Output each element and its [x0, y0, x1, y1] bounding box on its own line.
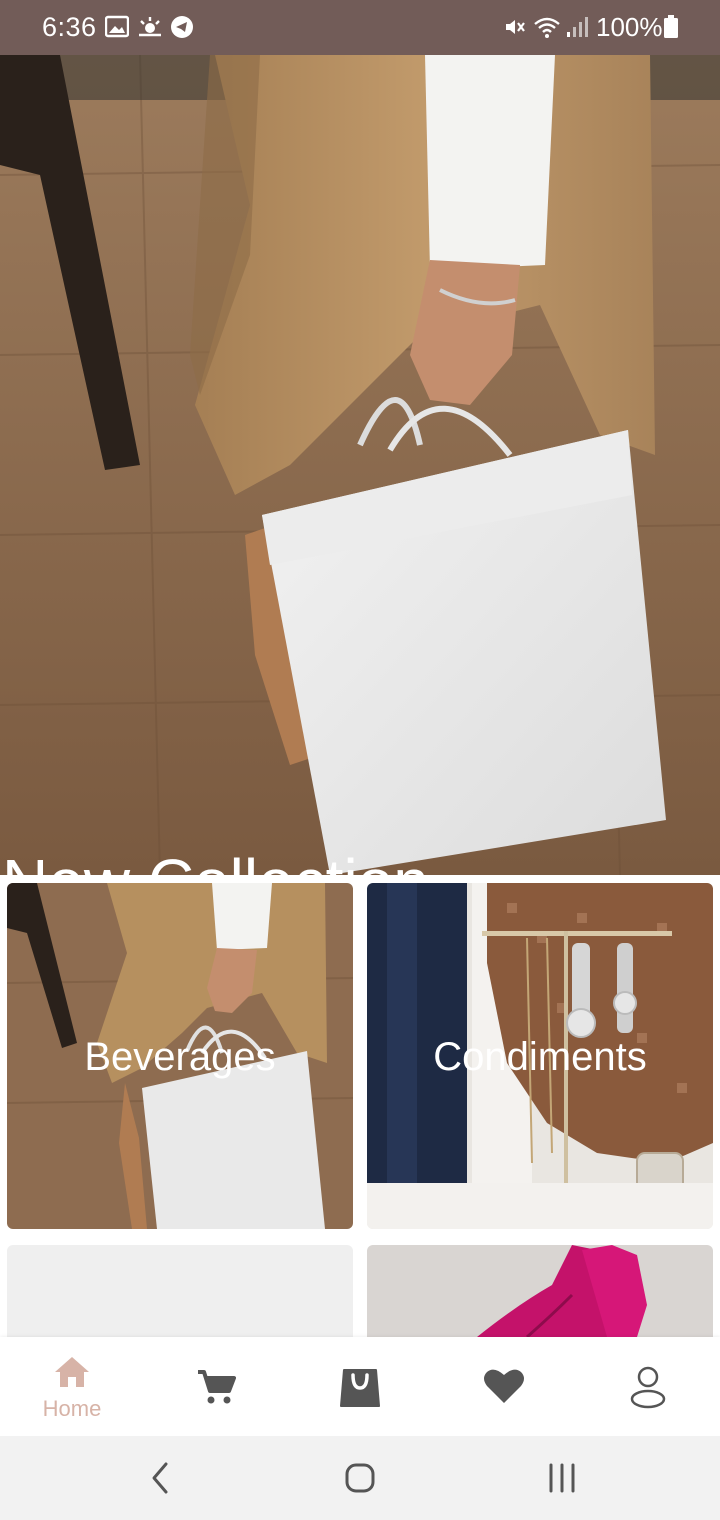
- system-nav-bar: [0, 1436, 720, 1520]
- category-label: Condiments: [433, 1035, 647, 1079]
- signal-icon: [565, 15, 591, 39]
- hero-banner[interactable]: New Collection: [0, 55, 720, 875]
- bottom-nav: Home: [0, 1337, 720, 1436]
- recents-icon[interactable]: [532, 1456, 592, 1500]
- category-3-image: [7, 1245, 353, 1337]
- category-4-image: [367, 1245, 713, 1337]
- telegram-icon: [170, 15, 196, 39]
- category-card-3[interactable]: [7, 1245, 353, 1337]
- nav-home[interactable]: Home: [0, 1337, 144, 1436]
- hero-image: [0, 55, 720, 875]
- weather-icon: [137, 15, 163, 39]
- wifi-icon: [533, 15, 560, 39]
- profile-icon: [630, 1366, 666, 1409]
- heart-icon: [484, 1369, 524, 1403]
- status-time: 6:36: [42, 12, 97, 42]
- cart-icon: [198, 1370, 236, 1404]
- home-circle-icon[interactable]: [330, 1456, 390, 1500]
- battery-icon: [663, 15, 679, 39]
- back-icon[interactable]: [130, 1456, 190, 1500]
- nav-cart[interactable]: [144, 1337, 288, 1436]
- status-bar: 6:36 100%: [0, 0, 720, 55]
- shopping-bag-icon: [340, 1369, 380, 1407]
- category-label: Beverages: [84, 1035, 276, 1079]
- mute-icon: [503, 15, 529, 39]
- category-card-beverages[interactable]: Beverages: [7, 883, 353, 1229]
- category-card-4[interactable]: [367, 1245, 713, 1337]
- home-icon: [55, 1357, 89, 1387]
- nav-shop[interactable]: [288, 1337, 432, 1436]
- hero-title: New Collection: [2, 850, 429, 875]
- gallery-icon: [104, 15, 131, 39]
- nav-profile[interactable]: [576, 1337, 720, 1436]
- category-card-condiments[interactable]: Condiments: [367, 883, 713, 1229]
- nav-favorites[interactable]: [432, 1337, 576, 1436]
- battery-percent: 100%: [596, 12, 663, 42]
- nav-home-label: Home: [42, 1396, 102, 1421]
